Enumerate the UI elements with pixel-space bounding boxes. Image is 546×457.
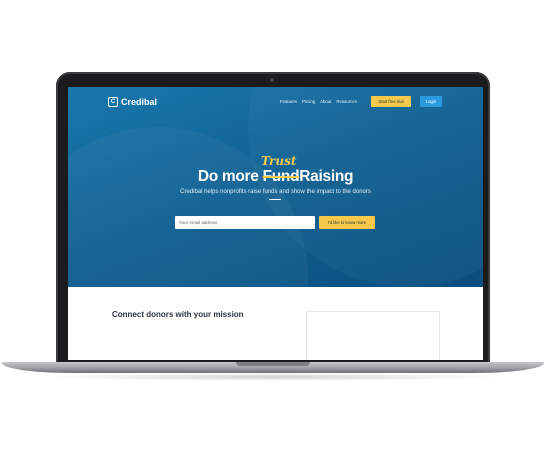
- logo-icon: C: [108, 97, 118, 107]
- nav-pricing[interactable]: Pricing: [302, 99, 315, 104]
- email-input[interactable]: [175, 216, 315, 229]
- hero-section: C Credibal Features Pricing About Resour…: [68, 87, 483, 287]
- nav-resources[interactable]: Resources: [336, 99, 357, 104]
- nav-features[interactable]: Features: [280, 99, 297, 104]
- brand-logo[interactable]: C Credibal: [108, 97, 157, 107]
- hero-subtitle: Credibal helps nonprofits raise funds an…: [180, 189, 371, 195]
- start-trial-button[interactable]: Start free trial: [371, 96, 411, 107]
- main-nav: Features Pricing About Resources: [280, 99, 357, 104]
- headline-overlay-word: Trust: [261, 154, 297, 168]
- laptop-screen: C Credibal Features Pricing About Resour…: [68, 87, 483, 360]
- content-section: Connect donors with your mission: [68, 287, 483, 360]
- content-card: [306, 311, 440, 360]
- headline-prefix: Do more: [197, 168, 263, 185]
- laptop-base-notch: [236, 362, 310, 366]
- hero-headline: Do more FundRaising: [68, 168, 483, 186]
- know-more-button[interactable]: I'd like to know more: [319, 216, 375, 229]
- login-button[interactable]: Login: [420, 96, 442, 107]
- section-heading: Connect donors with your mission: [112, 310, 244, 319]
- nav-about[interactable]: About: [320, 99, 331, 104]
- headline-struck-word: Fund: [262, 168, 300, 185]
- hero-divider: [269, 199, 281, 201]
- camera-dot: [270, 78, 274, 82]
- headline-suffix: Raising: [299, 168, 354, 185]
- laptop-shadow: [40, 373, 506, 381]
- brand-name: Credibal: [121, 97, 158, 107]
